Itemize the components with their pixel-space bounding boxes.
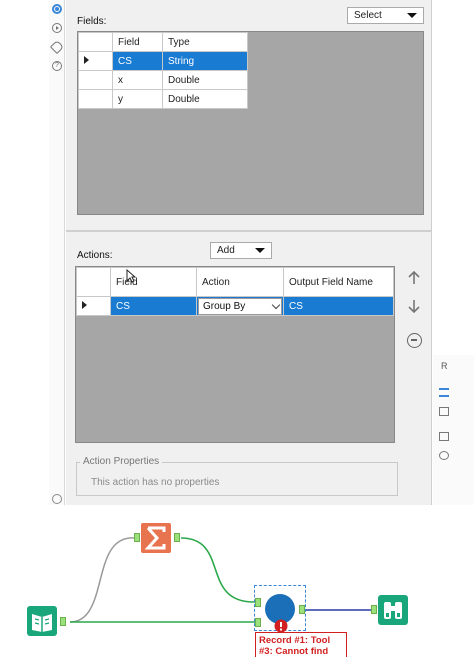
row-header[interactable] [78, 51, 113, 71]
connection-lines [69, 537, 372, 623]
field-cell[interactable]: x [112, 70, 163, 90]
actions-col-output[interactable]: Output Field Name [283, 267, 394, 297]
row-header-corner [76, 267, 111, 297]
input-data-tool[interactable] [26, 605, 58, 637]
action-select[interactable]: Group By [198, 297, 282, 315]
tag-icon[interactable] [49, 39, 65, 55]
row-header[interactable] [78, 89, 113, 109]
type-cell[interactable]: String [162, 51, 248, 71]
browse-tool[interactable] [377, 594, 409, 626]
actions-grid: Field Action Output Field Name CS Group … [75, 266, 395, 443]
book-icon [27, 606, 57, 636]
table-row[interactable]: y Double [78, 89, 248, 109]
table-row[interactable]: x Double [78, 70, 248, 90]
actions-table: Field Action Output Field Name CS Group … [76, 267, 394, 316]
caret-down-icon [255, 248, 265, 253]
error-message: Record #1: Tool #3: Cannot find [255, 632, 347, 657]
fields-label: Fields: [77, 16, 107, 27]
arrow-down-icon [408, 300, 420, 313]
output-field-cell[interactable]: CS [283, 296, 394, 316]
type-cell[interactable]: Double [162, 89, 248, 109]
remove-button[interactable] [404, 330, 424, 350]
fields-col-type[interactable]: Type [162, 32, 248, 52]
action-cell[interactable]: Group By [196, 296, 284, 316]
mouse-cursor-icon [126, 269, 136, 283]
app-root: ? Fields: Select Field Type CS String x … [0, 0, 474, 657]
type-cell[interactable]: Double [162, 70, 248, 90]
table-row[interactable]: CS Group By CS [76, 296, 394, 316]
actions-col-action[interactable]: Action [196, 267, 284, 297]
action-field-cell[interactable]: CS [110, 296, 197, 316]
row-header[interactable] [78, 70, 113, 90]
action-select-value: Group By [203, 300, 246, 312]
config-icon-strip: ? [49, 0, 65, 505]
input-anchor[interactable] [255, 598, 261, 607]
grid-icon[interactable] [439, 407, 449, 416]
row-header-corner [78, 32, 113, 52]
output-anchor[interactable] [60, 617, 66, 626]
help-icon[interactable]: ? [52, 61, 62, 71]
output-anchor[interactable] [299, 605, 305, 614]
action-properties-text: This action has no properties [91, 477, 220, 488]
fields-grid: Field Type CS String x Double y Double [77, 31, 424, 215]
add-dropdown[interactable]: Add [210, 242, 272, 259]
move-down-button[interactable] [404, 296, 424, 316]
tag-icon[interactable] [439, 432, 449, 441]
collapse-icon[interactable] [52, 494, 62, 504]
arrow-up-icon [408, 271, 420, 284]
workflow-canvas[interactable]: Record #1: Tool #3: Cannot find [0, 505, 474, 657]
binoculars-icon [378, 595, 408, 625]
fields-table: Field Type CS String x Double y Double [78, 32, 248, 109]
move-up-button[interactable] [404, 268, 424, 288]
row-header[interactable] [76, 296, 111, 316]
current-row-icon [82, 300, 87, 309]
error-badge[interactable] [274, 619, 288, 633]
current-row-icon [84, 55, 89, 64]
select-dropdown-label: Select [354, 10, 382, 21]
field-cell[interactable]: CS [112, 51, 163, 71]
help-icon[interactable] [439, 451, 449, 460]
add-dropdown-label: Add [217, 245, 235, 256]
list-icon[interactable] [439, 388, 449, 397]
input-anchor[interactable] [255, 618, 261, 627]
right-pane-label: R [441, 361, 448, 371]
right-pane: R [433, 355, 474, 505]
select-dropdown[interactable]: Select [347, 7, 424, 24]
caret-down-icon [407, 13, 417, 18]
fields-header-row: Field Type [78, 32, 248, 52]
field-cell[interactable]: y [112, 89, 163, 109]
fields-col-field[interactable]: Field [112, 32, 163, 52]
chevron-down-icon [271, 300, 281, 309]
sigma-icon [141, 523, 171, 553]
connections-icon[interactable] [52, 23, 62, 33]
output-anchor[interactable] [174, 533, 180, 542]
table-row[interactable]: CS String [78, 51, 248, 71]
panel-splitter[interactable] [66, 230, 432, 232]
action-properties-title: Action Properties [80, 456, 163, 467]
actions-label: Actions: [77, 250, 113, 261]
error-badge-icon [274, 619, 288, 633]
summarize-tool[interactable] [140, 522, 172, 554]
actions-col-field[interactable]: Field [110, 267, 197, 297]
minus-circle-icon [406, 332, 422, 348]
actions-header-row: Field Action Output Field Name [76, 267, 394, 297]
gear-icon[interactable] [52, 4, 62, 14]
